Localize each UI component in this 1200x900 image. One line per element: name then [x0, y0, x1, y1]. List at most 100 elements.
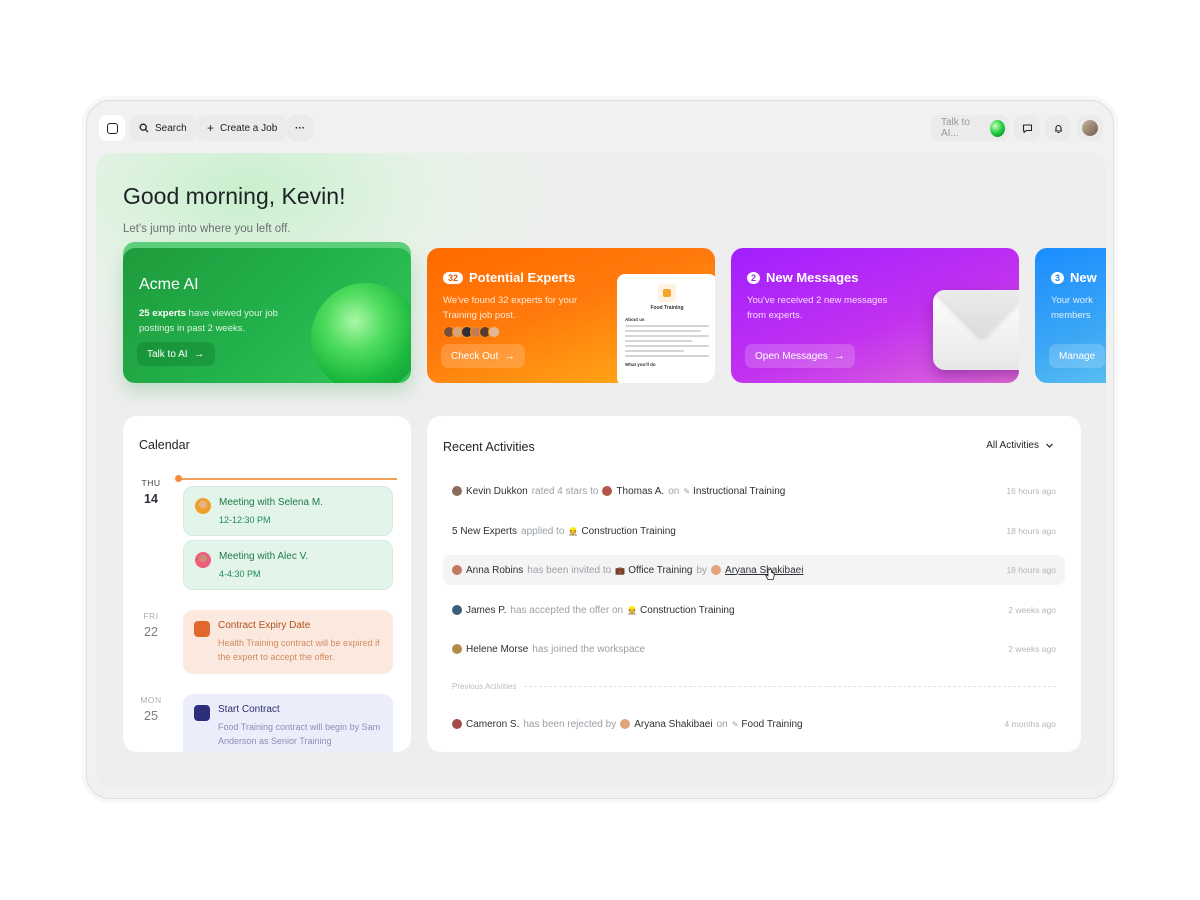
manage-label: Manage	[1059, 350, 1096, 362]
event-start-contract[interactable]: Start Contract Food Training contract wi…	[183, 694, 393, 752]
new-members-description: Your work members	[1051, 295, 1093, 321]
check-out-button[interactable]: Check Out →	[441, 344, 526, 368]
activity-target: Aryana Shakibaei	[634, 718, 713, 730]
activity-time: 18 hours ago	[1006, 526, 1056, 536]
doc-title: Food Training	[650, 305, 684, 311]
activity-row[interactable]: James P. has accepted the offer on 👷 Con…	[443, 595, 1065, 625]
day-name: MON	[140, 695, 162, 705]
arrow-right-icon: →	[504, 350, 516, 362]
text-line	[625, 330, 701, 332]
activity-prep: by	[696, 564, 708, 576]
page-subtitle: Let's jump into where you left off.	[123, 223, 291, 235]
new-members-label: New	[1070, 270, 1097, 285]
search-button[interactable]: Search	[129, 115, 197, 141]
event-contract-expiry[interactable]: Contract Expiry Date Health Training con…	[183, 610, 393, 674]
sidebar-toggle-button[interactable]	[99, 115, 125, 141]
activities-filter-dropdown[interactable]: All Activities	[986, 440, 1054, 451]
activity-verb: applied to	[521, 525, 565, 537]
create-job-button[interactable]: + Create a Job	[197, 115, 288, 141]
current-time-line	[179, 478, 397, 480]
activity-time: 18 hours ago	[1006, 565, 1056, 575]
worker-icon: 👷	[568, 526, 579, 536]
activity-prep: on	[668, 485, 680, 497]
text-line	[625, 340, 693, 342]
hand-cursor-icon	[765, 568, 775, 580]
activity-actor: James P.	[466, 604, 507, 616]
avatar	[452, 644, 462, 654]
activity-object: Office Training	[628, 564, 693, 576]
chevron-down-icon	[1046, 443, 1053, 448]
acme-ai-card[interactable]: Acme AI 25 experts have viewed your job …	[123, 248, 411, 383]
filter-label: All Activities	[986, 440, 1039, 451]
day-thu: THU 14	[139, 478, 163, 506]
pencil-icon: ✎	[731, 719, 739, 729]
activity-row[interactable]: 5 New Experts applied to 👷 Construction …	[443, 516, 1065, 546]
previous-activities-label: Previous Activities	[452, 682, 517, 691]
day-date: 22	[144, 625, 158, 639]
clock-icon	[194, 621, 210, 637]
activity-verb: rated 4 stars to	[531, 485, 599, 497]
avatar	[711, 565, 722, 575]
new-members-card[interactable]: 3 New Your work members Manage	[1035, 248, 1106, 383]
potential-experts-label: Potential Experts	[469, 270, 576, 285]
more-button[interactable]: ···	[287, 115, 313, 141]
day-date: 14	[144, 492, 158, 506]
day-mon: MON 25	[139, 695, 163, 723]
activity-object: Instructional Training	[693, 485, 786, 497]
avatar	[1082, 120, 1098, 136]
dashboard-main: Good morning, Kevin! Let's jump into whe…	[96, 153, 1106, 789]
search-label: Search	[155, 122, 187, 134]
activity-time: 4 months ago	[1004, 719, 1056, 729]
activity-object: Food Training	[741, 718, 803, 730]
square-icon	[106, 122, 118, 134]
acme-ai-highlight: 25 experts	[139, 308, 187, 319]
open-messages-button[interactable]: Open Messages →	[745, 344, 855, 368]
manage-button[interactable]: Manage	[1049, 344, 1106, 368]
day-date: 25	[144, 709, 158, 723]
arrow-right-icon: →	[193, 348, 205, 360]
event-meeting-alec[interactable]: Meeting with Alec V. 4-4:30 PM	[183, 540, 393, 590]
worker-icon: 👷	[627, 605, 638, 615]
activity-row[interactable]: Helene Morse has joined the workspace 2 …	[443, 634, 1065, 664]
arrow-right-icon: →	[833, 350, 845, 362]
event-meeting-selena[interactable]: Meeting with Selena M. 12-12:30 PM	[183, 486, 393, 536]
pencil-icon: ✎	[683, 486, 691, 496]
talk-to-ai-input[interactable]: Talk to AI...	[931, 115, 1009, 141]
text-line	[625, 350, 684, 352]
activity-row[interactable]: Anna Robins has been invited to 💼 Office…	[443, 555, 1065, 585]
new-messages-title: 2 New Messages	[747, 270, 859, 285]
user-avatar-button[interactable]	[1077, 115, 1103, 141]
event-description: Health Training contract will be expired…	[218, 638, 380, 662]
new-messages-card[interactable]: 2 New Messages You've received 2 new mes…	[731, 248, 1019, 383]
bell-icon	[1054, 124, 1062, 133]
ai-orb-icon	[990, 119, 1005, 137]
doc-heading: About us	[625, 317, 645, 322]
more-icon: ···	[295, 122, 305, 134]
notifications-button[interactable]	[1045, 115, 1071, 141]
briefcase-icon: 💼	[615, 565, 626, 575]
activity-row[interactable]: Cameron S. has been rejected by Aryana S…	[443, 709, 1065, 739]
potential-experts-card[interactable]: 32 Potential Experts We've found 32 expe…	[427, 248, 715, 383]
job-post-preview: Food Training About us What you'll do	[617, 274, 715, 383]
app-window: Search + Create a Job ··· Talk to AI... …	[86, 100, 1114, 799]
play-icon	[194, 705, 210, 721]
avatar	[195, 552, 211, 568]
current-time-dot	[175, 475, 182, 482]
search-icon	[139, 123, 149, 133]
activity-actor: 5 New Experts	[452, 525, 518, 537]
doc-heading: What you'll do	[625, 362, 656, 367]
envelope-icon	[933, 290, 1019, 370]
activity-row[interactable]: Kevin Dukkon rated 4 stars to Thomas A. …	[443, 476, 1065, 506]
chat-button[interactable]	[1014, 115, 1040, 141]
activity-prep: on	[716, 718, 728, 730]
event-title: Start Contract	[218, 704, 280, 715]
plus-icon: +	[207, 121, 215, 135]
talk-to-ai-button[interactable]: Talk to AI →	[137, 342, 215, 366]
event-time: 4-4:30 PM	[219, 569, 261, 579]
activity-time: 2 weeks ago	[1008, 605, 1056, 615]
create-job-label: Create a Job	[220, 122, 278, 134]
day-fri: FRI 22	[139, 611, 163, 639]
activity-time: 16 hours ago	[1006, 486, 1056, 496]
talk-to-ai-label: Talk to AI	[147, 348, 188, 360]
activity-verb: has accepted the offer on	[510, 604, 624, 616]
